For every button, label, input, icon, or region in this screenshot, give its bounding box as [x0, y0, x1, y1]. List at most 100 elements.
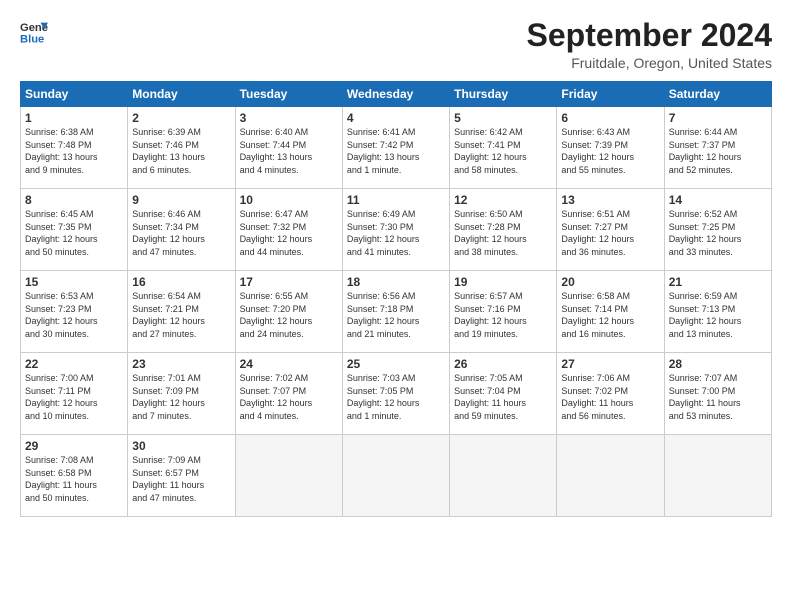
calendar-cell	[235, 435, 342, 517]
logo-icon: General Blue	[20, 18, 48, 46]
calendar-cell: 19Sunrise: 6:57 AM Sunset: 7:16 PM Dayli…	[450, 271, 557, 353]
day-info: Sunrise: 7:07 AM Sunset: 7:00 PM Dayligh…	[669, 372, 767, 422]
day-number: 23	[132, 357, 230, 371]
day-number: 17	[240, 275, 338, 289]
day-number: 2	[132, 111, 230, 125]
weekday-header-wednesday: Wednesday	[342, 82, 449, 107]
calendar-cell: 12Sunrise: 6:50 AM Sunset: 7:28 PM Dayli…	[450, 189, 557, 271]
day-number: 30	[132, 439, 230, 453]
day-info: Sunrise: 6:56 AM Sunset: 7:18 PM Dayligh…	[347, 290, 445, 340]
day-number: 13	[561, 193, 659, 207]
weekday-header-sunday: Sunday	[21, 82, 128, 107]
weekday-header-tuesday: Tuesday	[235, 82, 342, 107]
calendar-cell: 6Sunrise: 6:43 AM Sunset: 7:39 PM Daylig…	[557, 107, 664, 189]
day-number: 28	[669, 357, 767, 371]
day-number: 7	[669, 111, 767, 125]
day-number: 15	[25, 275, 123, 289]
calendar-cell	[450, 435, 557, 517]
calendar-cell: 1Sunrise: 6:38 AM Sunset: 7:48 PM Daylig…	[21, 107, 128, 189]
day-info: Sunrise: 6:46 AM Sunset: 7:34 PM Dayligh…	[132, 208, 230, 258]
day-info: Sunrise: 7:03 AM Sunset: 7:05 PM Dayligh…	[347, 372, 445, 422]
day-info: Sunrise: 6:39 AM Sunset: 7:46 PM Dayligh…	[132, 126, 230, 176]
calendar-cell: 18Sunrise: 6:56 AM Sunset: 7:18 PM Dayli…	[342, 271, 449, 353]
calendar-cell: 16Sunrise: 6:54 AM Sunset: 7:21 PM Dayli…	[128, 271, 235, 353]
calendar-table: SundayMondayTuesdayWednesdayThursdayFrid…	[20, 81, 772, 517]
day-info: Sunrise: 6:58 AM Sunset: 7:14 PM Dayligh…	[561, 290, 659, 340]
day-number: 11	[347, 193, 445, 207]
day-info: Sunrise: 6:59 AM Sunset: 7:13 PM Dayligh…	[669, 290, 767, 340]
day-number: 24	[240, 357, 338, 371]
title-block: September 2024 Fruitdale, Oregon, United…	[527, 18, 772, 71]
day-number: 12	[454, 193, 552, 207]
day-number: 22	[25, 357, 123, 371]
day-info: Sunrise: 6:50 AM Sunset: 7:28 PM Dayligh…	[454, 208, 552, 258]
calendar-cell	[664, 435, 771, 517]
day-number: 19	[454, 275, 552, 289]
weekday-header-thursday: Thursday	[450, 82, 557, 107]
calendar-cell: 9Sunrise: 6:46 AM Sunset: 7:34 PM Daylig…	[128, 189, 235, 271]
day-number: 16	[132, 275, 230, 289]
day-number: 9	[132, 193, 230, 207]
calendar-cell: 8Sunrise: 6:45 AM Sunset: 7:35 PM Daylig…	[21, 189, 128, 271]
logo: General Blue	[20, 18, 48, 46]
calendar-cell: 13Sunrise: 6:51 AM Sunset: 7:27 PM Dayli…	[557, 189, 664, 271]
calendar-cell: 14Sunrise: 6:52 AM Sunset: 7:25 PM Dayli…	[664, 189, 771, 271]
calendar-cell: 2Sunrise: 6:39 AM Sunset: 7:46 PM Daylig…	[128, 107, 235, 189]
calendar-cell: 26Sunrise: 7:05 AM Sunset: 7:04 PM Dayli…	[450, 353, 557, 435]
calendar-cell: 11Sunrise: 6:49 AM Sunset: 7:30 PM Dayli…	[342, 189, 449, 271]
day-number: 5	[454, 111, 552, 125]
day-info: Sunrise: 6:45 AM Sunset: 7:35 PM Dayligh…	[25, 208, 123, 258]
day-info: Sunrise: 6:43 AM Sunset: 7:39 PM Dayligh…	[561, 126, 659, 176]
weekday-header-monday: Monday	[128, 82, 235, 107]
calendar-cell: 24Sunrise: 7:02 AM Sunset: 7:07 PM Dayli…	[235, 353, 342, 435]
day-number: 6	[561, 111, 659, 125]
day-info: Sunrise: 6:42 AM Sunset: 7:41 PM Dayligh…	[454, 126, 552, 176]
day-number: 29	[25, 439, 123, 453]
day-info: Sunrise: 6:57 AM Sunset: 7:16 PM Dayligh…	[454, 290, 552, 340]
calendar-cell: 7Sunrise: 6:44 AM Sunset: 7:37 PM Daylig…	[664, 107, 771, 189]
calendar-cell: 4Sunrise: 6:41 AM Sunset: 7:42 PM Daylig…	[342, 107, 449, 189]
calendar-cell: 28Sunrise: 7:07 AM Sunset: 7:00 PM Dayli…	[664, 353, 771, 435]
day-info: Sunrise: 7:06 AM Sunset: 7:02 PM Dayligh…	[561, 372, 659, 422]
day-info: Sunrise: 6:54 AM Sunset: 7:21 PM Dayligh…	[132, 290, 230, 340]
day-info: Sunrise: 7:05 AM Sunset: 7:04 PM Dayligh…	[454, 372, 552, 422]
day-number: 3	[240, 111, 338, 125]
calendar-cell	[342, 435, 449, 517]
day-info: Sunrise: 6:49 AM Sunset: 7:30 PM Dayligh…	[347, 208, 445, 258]
calendar-cell: 25Sunrise: 7:03 AM Sunset: 7:05 PM Dayli…	[342, 353, 449, 435]
calendar-cell: 5Sunrise: 6:42 AM Sunset: 7:41 PM Daylig…	[450, 107, 557, 189]
calendar-cell: 27Sunrise: 7:06 AM Sunset: 7:02 PM Dayli…	[557, 353, 664, 435]
day-info: Sunrise: 6:53 AM Sunset: 7:23 PM Dayligh…	[25, 290, 123, 340]
day-number: 21	[669, 275, 767, 289]
day-info: Sunrise: 6:51 AM Sunset: 7:27 PM Dayligh…	[561, 208, 659, 258]
day-number: 20	[561, 275, 659, 289]
calendar-cell: 30Sunrise: 7:09 AM Sunset: 6:57 PM Dayli…	[128, 435, 235, 517]
day-number: 27	[561, 357, 659, 371]
location: Fruitdale, Oregon, United States	[527, 55, 772, 71]
day-number: 26	[454, 357, 552, 371]
day-info: Sunrise: 6:41 AM Sunset: 7:42 PM Dayligh…	[347, 126, 445, 176]
day-number: 18	[347, 275, 445, 289]
calendar-cell: 17Sunrise: 6:55 AM Sunset: 7:20 PM Dayli…	[235, 271, 342, 353]
svg-text:Blue: Blue	[20, 33, 44, 45]
day-info: Sunrise: 6:44 AM Sunset: 7:37 PM Dayligh…	[669, 126, 767, 176]
day-number: 8	[25, 193, 123, 207]
day-info: Sunrise: 7:00 AM Sunset: 7:11 PM Dayligh…	[25, 372, 123, 422]
calendar-cell: 29Sunrise: 7:08 AM Sunset: 6:58 PM Dayli…	[21, 435, 128, 517]
calendar-cell: 15Sunrise: 6:53 AM Sunset: 7:23 PM Dayli…	[21, 271, 128, 353]
day-number: 14	[669, 193, 767, 207]
day-info: Sunrise: 7:09 AM Sunset: 6:57 PM Dayligh…	[132, 454, 230, 504]
day-info: Sunrise: 7:02 AM Sunset: 7:07 PM Dayligh…	[240, 372, 338, 422]
day-info: Sunrise: 6:40 AM Sunset: 7:44 PM Dayligh…	[240, 126, 338, 176]
day-number: 4	[347, 111, 445, 125]
day-info: Sunrise: 7:01 AM Sunset: 7:09 PM Dayligh…	[132, 372, 230, 422]
weekday-header-friday: Friday	[557, 82, 664, 107]
day-info: Sunrise: 7:08 AM Sunset: 6:58 PM Dayligh…	[25, 454, 123, 504]
weekday-header-saturday: Saturday	[664, 82, 771, 107]
day-info: Sunrise: 6:47 AM Sunset: 7:32 PM Dayligh…	[240, 208, 338, 258]
calendar-cell: 10Sunrise: 6:47 AM Sunset: 7:32 PM Dayli…	[235, 189, 342, 271]
day-number: 10	[240, 193, 338, 207]
day-number: 1	[25, 111, 123, 125]
month-title: September 2024	[527, 18, 772, 53]
day-info: Sunrise: 6:55 AM Sunset: 7:20 PM Dayligh…	[240, 290, 338, 340]
